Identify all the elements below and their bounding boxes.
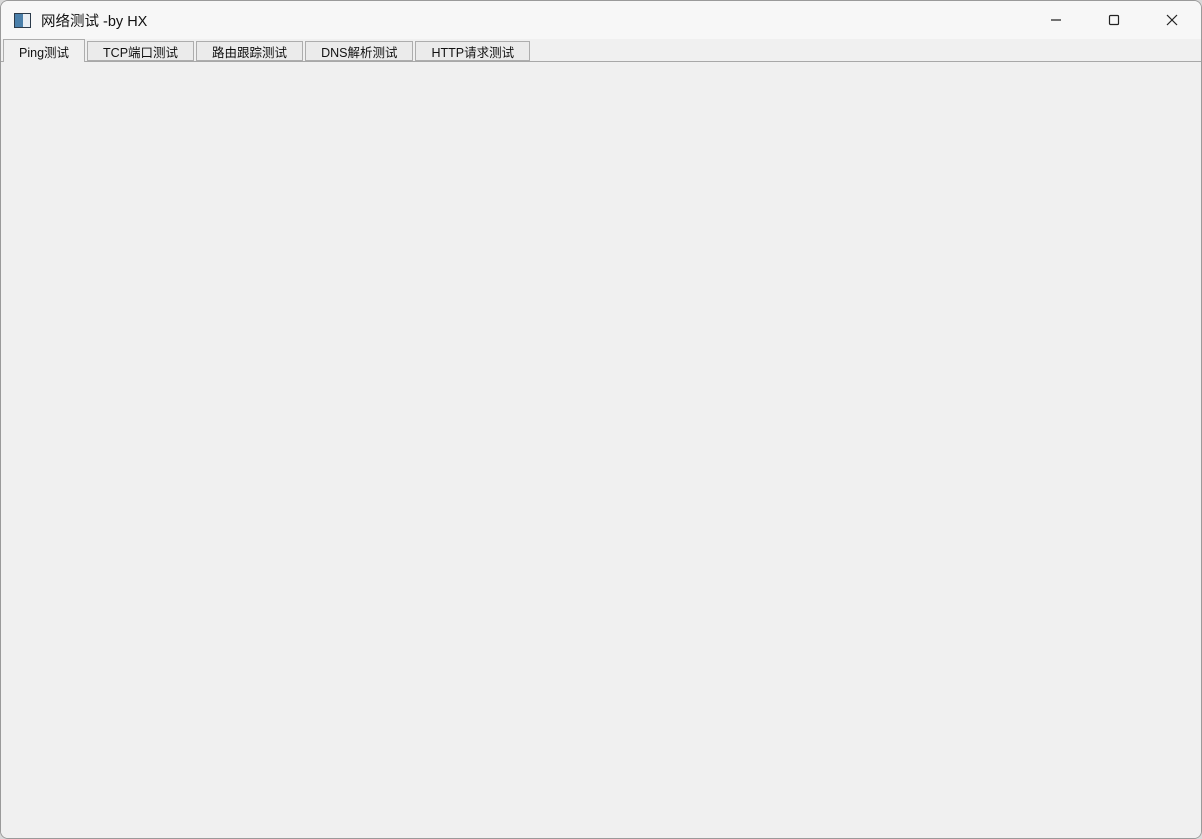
tab-label: DNS解析测试 [321,45,398,60]
tab-bar: Ping测试 TCP端口测试 路由跟踪测试 DNS解析测试 HTTP请求测试 [3,39,532,62]
tab-label: Ping测试 [19,45,70,60]
tab-dns[interactable]: DNS解析测试 [305,41,414,61]
window-title: 网络测试 -by HX [41,13,148,30]
tab-label: 路由跟踪测试 [212,45,288,60]
tab-traceroute[interactable]: 路由跟踪测试 [196,41,304,61]
tab-label: TCP端口测试 [103,45,179,60]
app-window: 网络测试 -by HX Ping测试 TCP端口测试 路由跟踪测试 DNS解析测… [0,0,1202,839]
maximize-icon [1108,14,1120,26]
close-button[interactable] [1143,1,1201,39]
tab-page-ping [1,61,1201,838]
tab-http[interactable]: HTTP请求测试 [415,41,531,61]
tab-ping[interactable]: Ping测试 [3,39,86,62]
app-icon [14,12,31,28]
minimize-button[interactable] [1027,1,1085,39]
tab-label: HTTP请求测试 [431,45,515,60]
maximize-button[interactable] [1085,1,1143,39]
minimize-icon [1051,19,1061,21]
close-icon [1166,14,1178,26]
tab-tcp-port[interactable]: TCP端口测试 [87,41,195,61]
title-bar: 网络测试 -by HX [1,1,1201,39]
window-controls [1027,1,1201,39]
